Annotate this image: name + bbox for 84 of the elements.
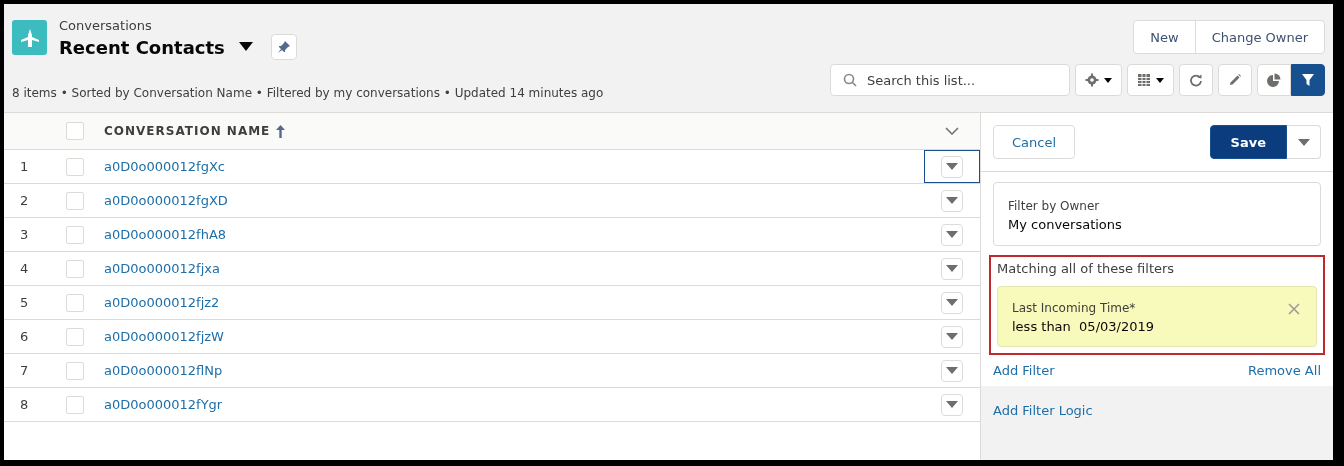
row-number: 1	[19, 159, 30, 174]
caret-icon	[946, 163, 958, 170]
action-button[interactable]: Change Owner	[1194, 21, 1324, 53]
row-number: 7	[19, 363, 30, 378]
row-number: 8	[19, 397, 30, 412]
caret-icon	[1297, 138, 1310, 146]
caret-icon	[946, 333, 958, 340]
row-action-button[interactable]	[941, 325, 963, 348]
caret-icon	[946, 197, 958, 204]
row-action-button[interactable]	[941, 291, 963, 314]
caret-icon	[1104, 77, 1112, 83]
row-checkbox[interactable]	[66, 259, 84, 278]
row-number: 2	[19, 193, 30, 208]
record-link[interactable]: a0D0o000012fjzW	[104, 329, 224, 344]
search-field[interactable]: Search this list...	[830, 64, 1070, 96]
remove-all-link[interactable]: Remove All	[1248, 363, 1321, 378]
row-checkbox[interactable]	[66, 225, 84, 244]
record-link[interactable]: a0D0o000012fhA8	[104, 227, 227, 242]
close-icon	[1288, 303, 1300, 315]
row-action-button[interactable]	[941, 359, 963, 382]
row-checkbox[interactable]	[66, 361, 84, 380]
filter-label: Last Incoming Time*	[1012, 301, 1137, 315]
filter-card[interactable]: Last Incoming Time* less than 05/03/2019	[997, 286, 1317, 347]
search-icon	[843, 73, 857, 87]
record-link[interactable]: a0D0o000012fjxa	[104, 261, 220, 276]
caret-icon	[946, 231, 958, 238]
filter-value: My conversations	[1008, 217, 1123, 232]
chart-button[interactable]	[1257, 64, 1291, 96]
record-link[interactable]: a0D0o000012flNp	[104, 363, 223, 378]
row-action-button[interactable]	[941, 257, 963, 280]
caret-icon	[1156, 77, 1164, 83]
row-checkbox[interactable]	[66, 293, 84, 312]
gear-button[interactable]	[1075, 64, 1122, 96]
edit-button[interactable]	[1218, 64, 1252, 96]
filter-button[interactable]	[1291, 64, 1325, 96]
row-action-button[interactable]	[941, 155, 963, 178]
record-link[interactable]: a0D0o000012fgXc	[104, 159, 225, 174]
table-button[interactable]	[1127, 64, 1174, 96]
pin-icon	[276, 40, 291, 54]
refresh-button[interactable]	[1179, 64, 1213, 96]
filter-label: Filter by Owner	[1008, 199, 1101, 213]
record-link[interactable]: a0D0o000012fgXD	[104, 193, 228, 208]
action-button[interactable]: New	[1134, 21, 1195, 53]
cancel-button[interactable]: Cancel	[993, 125, 1076, 159]
chevron-down-icon	[945, 127, 959, 135]
record-link[interactable]: a0D0o000012fjz2	[104, 295, 220, 310]
save-menu-button[interactable]	[1287, 125, 1321, 159]
list-summary: 8 items • Sorted by Conversation Name • Filtered by my conversations • Updated 14 minutes ago	[12, 86, 604, 100]
pin-button[interactable]	[270, 34, 297, 60]
row-checkbox[interactable]	[66, 395, 84, 414]
app-logo-icon	[12, 20, 47, 55]
owner-filter-card[interactable]: Filter by Owner My conversations	[993, 182, 1321, 246]
save-button[interactable]: Save	[1209, 125, 1287, 159]
list-name[interactable]: Recent Contacts	[59, 36, 225, 58]
caret-icon	[238, 42, 253, 52]
caret-icon	[946, 299, 958, 306]
row-action-button[interactable]	[941, 189, 963, 212]
row-checkbox[interactable]	[66, 191, 84, 210]
filter-icon	[1301, 73, 1315, 87]
pencil-icon	[1228, 73, 1242, 87]
row-number: 4	[19, 261, 30, 276]
sort-arrow-icon	[276, 124, 286, 138]
add-filter-logic-link[interactable]: Add Filter Logic	[993, 403, 1093, 418]
row-number: 6	[19, 329, 30, 344]
record-link[interactable]: a0D0o000012fYgr	[104, 397, 223, 412]
search-input[interactable]: Search this list...	[865, 71, 1057, 89]
matching-label: Matching all of these filters	[997, 261, 1176, 276]
add-filter-link[interactable]: Add Filter	[993, 363, 1055, 378]
caret-icon	[946, 367, 958, 374]
remove-filter-button[interactable]	[1286, 301, 1302, 317]
row-action-button[interactable]	[941, 393, 963, 416]
caret-icon	[946, 401, 958, 408]
row-checkbox[interactable]	[66, 327, 84, 346]
caret-icon	[946, 265, 958, 272]
filter-value: less than 05/03/2019	[1012, 319, 1155, 334]
object-label: Conversations	[59, 18, 153, 34]
pie-chart-icon	[1267, 73, 1281, 87]
table-icon	[1137, 73, 1151, 87]
row-number: 5	[19, 295, 30, 310]
refresh-icon	[1189, 73, 1203, 87]
select-all-checkbox[interactable]	[66, 122, 84, 140]
row-number: 3	[19, 227, 30, 242]
row-action-button[interactable]	[941, 223, 963, 246]
row-checkbox[interactable]	[66, 157, 84, 176]
